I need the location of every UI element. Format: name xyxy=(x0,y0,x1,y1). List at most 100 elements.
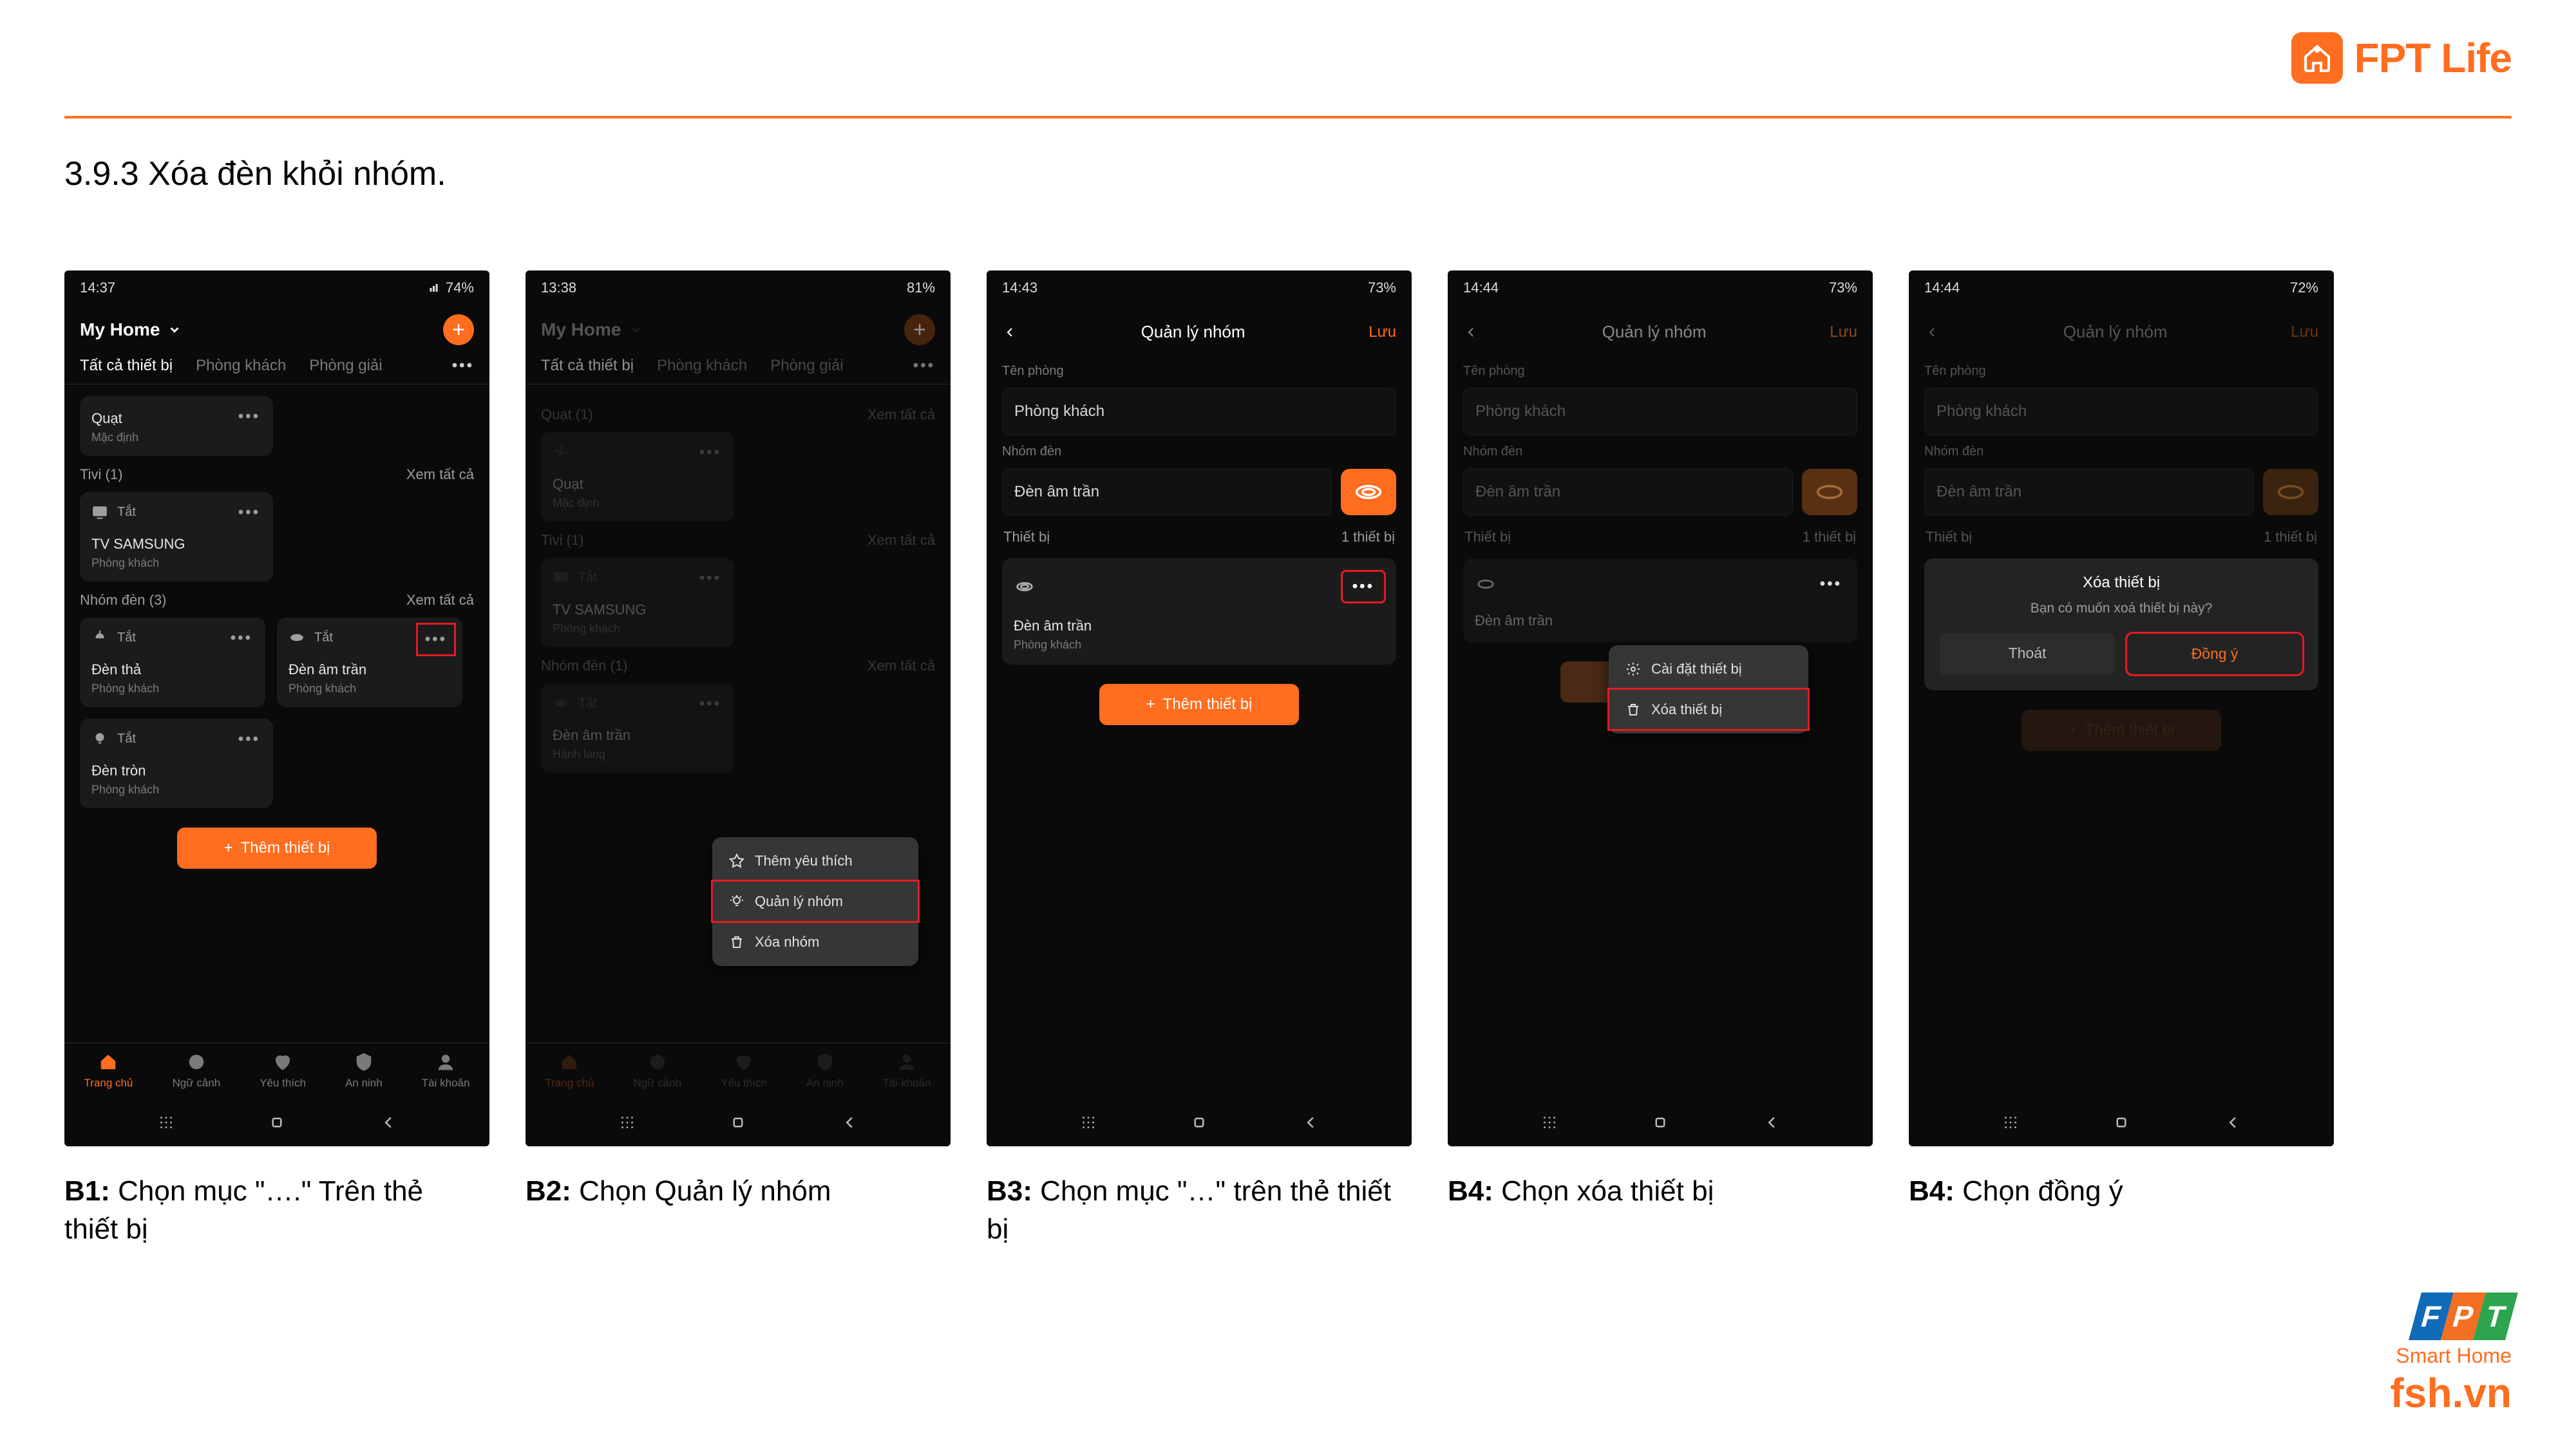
group-icon-picker[interactable] xyxy=(1341,469,1396,515)
menu-add-favorite[interactable]: Thêm yêu thích xyxy=(712,841,918,881)
room-input[interactable]: Phòng khách xyxy=(1924,388,2318,435)
device-card-fan[interactable]: ••• Quạt Mặc định xyxy=(80,396,273,456)
tabs-more-icon[interactable]: ••• xyxy=(452,357,474,375)
device-card-tv[interactable]: ••• Tắt TV SAMSUNG Phòng khách xyxy=(80,492,273,582)
group-input[interactable]: Đèn âm trần xyxy=(1924,468,2254,516)
back-icon[interactable] xyxy=(379,1113,398,1132)
nav-scene[interactable]: Ngữ cảnh xyxy=(633,1052,681,1090)
add-device-button[interactable]: +Thêm thiết bị xyxy=(177,828,377,869)
nav-home[interactable]: Trang chủ xyxy=(84,1052,133,1090)
device-item[interactable]: ••• Đèn âm trần Phòng khách xyxy=(1002,558,1396,665)
save-button[interactable]: Lưu xyxy=(2291,323,2318,341)
recents-icon[interactable] xyxy=(2001,1113,2020,1132)
card-more-icon[interactable]: ••• xyxy=(233,402,265,431)
home-icon[interactable] xyxy=(2112,1113,2131,1132)
back-icon[interactable] xyxy=(2223,1113,2242,1132)
home-icon[interactable] xyxy=(1189,1113,1209,1132)
device-card-recessed[interactable]: •••TắtĐèn âm trầnHành lang xyxy=(541,683,734,773)
nav-home[interactable]: Trang chủ xyxy=(545,1052,594,1090)
nav-fav[interactable]: Yêu thích xyxy=(721,1052,767,1090)
see-all-link[interactable]: Xem tất cả xyxy=(867,406,935,423)
tabs-more-icon[interactable]: ••• xyxy=(913,357,935,375)
device-card-round[interactable]: ••• Tắt Đèn tròn Phòng khách xyxy=(80,719,273,808)
home-label: My Home xyxy=(80,319,160,340)
device-card-fan[interactable]: •••QuạtMặc định xyxy=(541,432,734,522)
see-all-link[interactable]: Xem tất cả xyxy=(867,532,935,549)
save-button[interactable]: Lưu xyxy=(1830,323,1857,341)
recents-icon[interactable] xyxy=(1079,1113,1098,1132)
see-all-link[interactable]: Xem tất cả xyxy=(867,658,935,674)
caption-b3: B3: Chọn mục "…" trên thẻ thiết bị xyxy=(987,1172,1399,1249)
card-more-icon[interactable]: ••• xyxy=(417,624,455,655)
card-more-icon[interactable]: ••• xyxy=(233,725,265,753)
nav-account[interactable]: Tài khoản xyxy=(883,1052,931,1090)
nav-label: Trang chủ xyxy=(84,1077,133,1090)
room-label: Tên phòng xyxy=(987,359,1412,384)
card-more-icon[interactable]: ••• xyxy=(233,498,265,527)
tab-all[interactable]: Tất cả thiết bị xyxy=(80,357,173,375)
recessed-light-icon xyxy=(1815,482,1844,502)
device-card-tv[interactable]: •••TắtTV SAMSUNGPhòng khách xyxy=(541,558,734,647)
recents-icon[interactable] xyxy=(618,1113,637,1132)
recessed-light-icon xyxy=(2277,482,2305,502)
recents-icon[interactable] xyxy=(1540,1113,1559,1132)
device-card-recessed[interactable]: ••• Tắt Đèn âm trần Phòng khách xyxy=(277,618,462,707)
card-more-icon[interactable]: ••• xyxy=(225,624,258,652)
back-icon[interactable] xyxy=(1762,1113,1781,1132)
recents-icon[interactable] xyxy=(156,1113,176,1132)
add-button[interactable]: + xyxy=(443,314,474,345)
room-input[interactable]: Phòng khách xyxy=(1002,388,1396,435)
nav-account[interactable]: Tài khoản xyxy=(422,1052,470,1090)
group-icon-picker[interactable] xyxy=(1802,469,1857,515)
add-button[interactable]: + xyxy=(904,314,935,345)
nav-security[interactable]: An ninh xyxy=(345,1052,383,1090)
see-all-link[interactable]: Xem tất cả xyxy=(406,466,474,483)
menu-label: Xóa nhóm xyxy=(755,934,819,951)
device-card-pendant[interactable]: ••• Tắt Đèn thả Phòng khách xyxy=(80,618,265,707)
save-button[interactable]: Lưu xyxy=(1368,323,1396,341)
cap-bold: B3: xyxy=(987,1175,1032,1207)
back-arrow-icon[interactable] xyxy=(1924,325,1940,340)
back-icon[interactable] xyxy=(1301,1113,1320,1132)
menu-device-settings[interactable]: Cài đặt thiết bị xyxy=(1609,649,1808,689)
tab-ent[interactable]: Phòng giải xyxy=(309,357,382,375)
device-more-icon[interactable]: ••• xyxy=(1342,571,1385,602)
nav-security[interactable]: An ninh xyxy=(806,1052,844,1090)
cap-text: Chọn xóa thiết bị xyxy=(1493,1175,1714,1207)
back-icon[interactable] xyxy=(840,1113,859,1132)
device-more-icon[interactable]: ••• xyxy=(1816,571,1846,597)
home-label: My Home xyxy=(541,319,621,340)
menu-delete-device[interactable]: Xóa thiết bị xyxy=(1609,689,1808,730)
device-item[interactable]: ••• Đèn âm trần xyxy=(1463,558,1857,642)
nav-fav[interactable]: Yêu thích xyxy=(260,1052,306,1090)
tv-icon xyxy=(553,569,569,586)
menu-manage-group[interactable]: Quản lý nhóm xyxy=(712,881,918,922)
back-arrow-icon[interactable] xyxy=(1463,325,1479,340)
menu-delete-group[interactable]: Xóa nhóm xyxy=(712,922,918,962)
home-icon[interactable] xyxy=(1651,1113,1670,1132)
brand: FPT Life xyxy=(2291,32,2512,84)
room-input[interactable]: Phòng khách xyxy=(1463,388,1857,435)
group-icon-picker[interactable] xyxy=(2263,469,2318,515)
tab-living[interactable]: Phòng khách xyxy=(196,357,286,375)
tab-all[interactable]: Tất cả thiết bị xyxy=(541,357,634,375)
device-sub: Mặc định xyxy=(91,431,261,444)
tab-living[interactable]: Phòng khách xyxy=(657,357,747,375)
dialog-ok-button[interactable]: Đồng ý xyxy=(2126,633,2303,675)
add-device-button[interactable]: +Thêm thiết bị xyxy=(1099,684,1299,725)
nav-scene[interactable]: Ngữ cảnh xyxy=(172,1052,220,1090)
back-arrow-icon[interactable] xyxy=(1002,325,1018,340)
caption-b1: B1: Chọn mục "…." Trên thẻ thiết bị xyxy=(64,1172,477,1249)
plus-icon: + xyxy=(2069,721,2078,739)
see-all-link[interactable]: Xem tất cả xyxy=(406,592,474,609)
home-icon[interactable] xyxy=(267,1113,287,1132)
add-device-button[interactable]: +Thêm thiết bị xyxy=(2022,710,2221,751)
home-icon[interactable] xyxy=(728,1113,748,1132)
tab-ent[interactable]: Phòng giải xyxy=(770,357,843,375)
group-label: Nhóm đèn xyxy=(1448,439,1873,464)
home-selector[interactable]: My Home xyxy=(541,319,643,340)
home-selector[interactable]: My Home xyxy=(80,319,182,340)
dialog-exit-button[interactable]: Thoát xyxy=(1940,633,2115,675)
group-input[interactable]: Đèn âm trần xyxy=(1002,468,1332,516)
group-input[interactable]: Đèn âm trần xyxy=(1463,468,1793,516)
